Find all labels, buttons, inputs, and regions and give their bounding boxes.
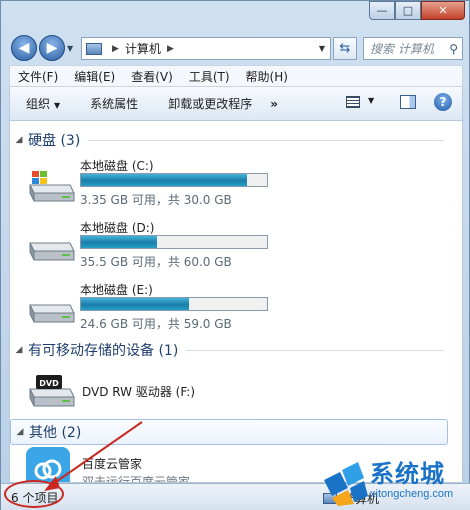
- organize-button[interactable]: 组织 ▼: [26, 95, 60, 112]
- address-path[interactable]: 计算机: [125, 40, 161, 57]
- search-icon[interactable]: ⚲: [449, 42, 458, 56]
- collapse-icon[interactable]: ◢: [10, 345, 28, 355]
- group-divider: [88, 139, 444, 141]
- cloud-icon: [34, 459, 62, 480]
- help-button[interactable]: ?: [434, 93, 452, 111]
- window-controls: — □ ✕: [369, 1, 465, 20]
- drive-usage-bar: [80, 235, 268, 249]
- dvd-drive-name[interactable]: DVD RW 驱动器 (F:): [82, 383, 195, 400]
- hard-drive-icon: [29, 304, 75, 323]
- collapse-icon[interactable]: ◢: [11, 427, 29, 437]
- menu-view[interactable]: 查看(V): [131, 68, 173, 85]
- view-options-icon[interactable]: [346, 96, 360, 108]
- group-divider: [186, 349, 444, 351]
- computer-icon: [86, 42, 102, 55]
- hard-drive-icon: [29, 242, 75, 261]
- group-label: 硬盘 (3): [28, 133, 81, 149]
- drive-name: 本地磁盘 (E:): [80, 283, 153, 297]
- drive-c[interactable]: 本地磁盘 (C:) 3.35 GB 可用，共 30.0 GB: [26, 157, 446, 217]
- close-button[interactable]: ✕: [421, 1, 465, 20]
- organize-label: 组织: [26, 97, 51, 111]
- collapse-icon[interactable]: ◢: [10, 135, 28, 145]
- drive-d[interactable]: 本地磁盘 (D:) 35.5 GB 可用，共 60.0 GB: [26, 219, 446, 279]
- drive-usage-bar: [80, 173, 268, 187]
- group-hard-disks[interactable]: ◢ 硬盘 (3): [10, 129, 450, 151]
- menu-help[interactable]: 帮助(H): [246, 68, 288, 85]
- drive-usage-bar: [80, 297, 268, 311]
- group-removable-storage[interactable]: ◢ 有可移动存储的设备 (1): [10, 339, 450, 361]
- explorer-window: — □ ✕ ◀ ▶ ▼ ▶ 计算机 ▶ ▼ ⇆ 搜索 计算机 ⚲ 文件(F) 编…: [0, 0, 470, 510]
- back-button[interactable]: ◀: [11, 35, 37, 61]
- search-placeholder: 搜索 计算机: [370, 42, 434, 56]
- view-dropdown-icon[interactable]: ▼: [368, 96, 374, 105]
- drive-space-info: 35.5 GB 可用，共 60.0 GB: [80, 255, 232, 269]
- watermark-url: xitongcheng.com: [370, 488, 454, 500]
- title-bar[interactable]: — □ ✕: [1, 1, 470, 29]
- chevron-down-icon: ▼: [54, 101, 61, 110]
- drive-e[interactable]: 本地磁盘 (E:) 24.6 GB 可用，共 59.0 GB: [26, 281, 446, 341]
- address-dropdown-icon[interactable]: ▼: [314, 44, 330, 53]
- menu-bar: 文件(F) 编辑(E) 查看(V) 工具(T) 帮助(H): [9, 65, 463, 87]
- preview-pane-icon[interactable]: [400, 95, 416, 109]
- system-properties-button[interactable]: 系统属性: [90, 95, 138, 112]
- minimize-button[interactable]: —: [369, 1, 395, 20]
- group-label: 有可移动存储的设备 (1): [28, 343, 179, 359]
- menu-edit[interactable]: 编辑(E): [74, 68, 115, 85]
- forward-button[interactable]: ▶: [39, 35, 65, 61]
- dvd-drive-icon[interactable]: DVD: [26, 367, 76, 411]
- menu-tools[interactable]: 工具(T): [189, 68, 230, 85]
- drive-usage-fill: [81, 236, 158, 248]
- file-list-pane: ◢ 硬盘 (3) 本地磁盘 (C:) 3.35 GB 可用，共 30.0 GB: [9, 121, 463, 483]
- drive-space-info: 24.6 GB 可用，共 59.0 GB: [80, 317, 232, 331]
- watermark-title: 系统城: [370, 460, 445, 488]
- refresh-button[interactable]: ⇆: [333, 37, 357, 60]
- drive-name: 本地磁盘 (C:): [80, 159, 154, 173]
- menu-file[interactable]: 文件(F): [18, 68, 58, 85]
- recent-pages-dropdown-icon[interactable]: ▼: [67, 44, 73, 53]
- command-bar: 组织 ▼ 系统属性 卸载或更改程序 » ▼ ?: [9, 87, 463, 121]
- drive-usage-fill: [81, 298, 189, 310]
- baidu-cloud-name[interactable]: 百度云管家: [82, 455, 142, 472]
- baidu-cloud-icon[interactable]: [26, 447, 70, 482]
- group-label: 其他 (2): [29, 425, 82, 441]
- breadcrumb-separator-icon[interactable]: ▶: [167, 44, 174, 54]
- drive-space-info: 3.35 GB 可用，共 30.0 GB: [80, 193, 232, 207]
- annotation-circle: [4, 480, 64, 508]
- navigation-bar: ◀ ▶ ▼ ▶ 计算机 ▶ ▼ ⇆ 搜索 计算机 ⚲: [1, 31, 470, 63]
- system-drive-icon: [29, 171, 75, 202]
- watermark: 系统城 xitongcheng.com: [318, 440, 470, 510]
- address-bar[interactable]: ▶ 计算机 ▶ ▼: [81, 37, 331, 60]
- search-input[interactable]: 搜索 计算机 ⚲: [363, 37, 463, 60]
- dvd-badge: DVD: [39, 379, 59, 388]
- watermark-logo-icon: [324, 462, 368, 506]
- maximize-button[interactable]: □: [395, 1, 421, 20]
- drive-usage-fill: [81, 174, 247, 186]
- breadcrumb-separator-icon[interactable]: ▶: [112, 44, 119, 54]
- drive-name: 本地磁盘 (D:): [80, 221, 155, 235]
- more-commands-button[interactable]: »: [270, 97, 278, 111]
- baidu-cloud-description: 双击运行百度云管家: [82, 475, 191, 483]
- uninstall-program-button[interactable]: 卸载或更改程序: [168, 95, 252, 112]
